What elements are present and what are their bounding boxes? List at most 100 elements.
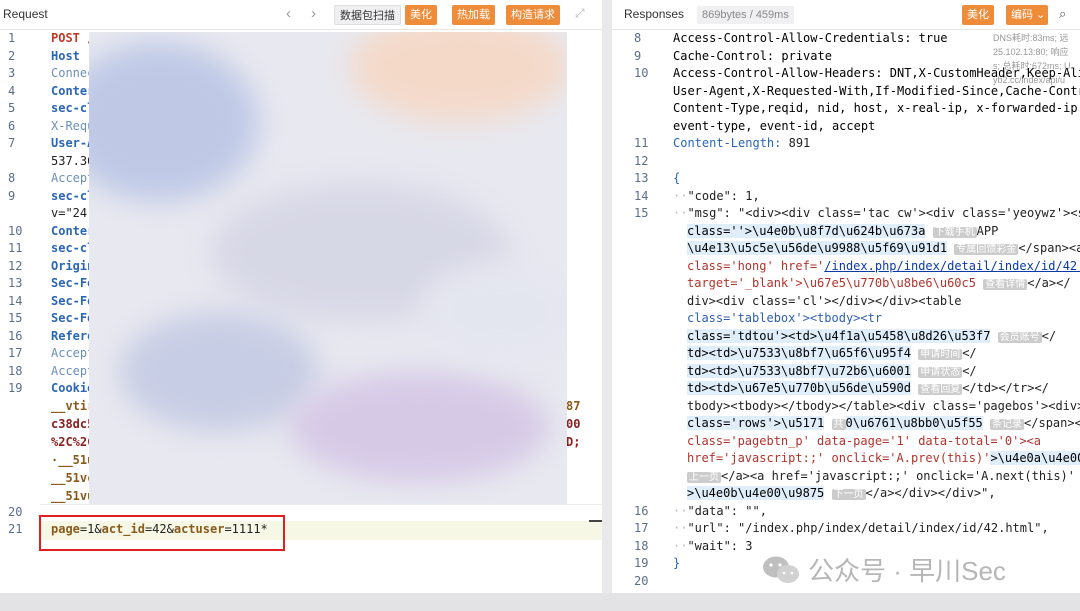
line-number: 9 <box>8 188 16 203</box>
hot-load-button[interactable]: 热加载 <box>452 5 495 25</box>
request-header: Request ‹ › 数据包扫描 美化 热加载 构造请求 ⤢ <box>0 0 602 30</box>
json-wait: ··"wait": 3 <box>673 538 753 553</box>
beautify-button[interactable]: 美化 <box>405 5 437 25</box>
msg-line-15: href='javascript:;' onclick='A.prev(this… <box>687 450 1080 468</box>
back-arrow-icon[interactable]: ‹ <box>286 5 291 23</box>
line-number: 10 <box>634 66 649 80</box>
header-allow-headers-cont-1: User-Agent,X-Requested-With,If-Modified-… <box>673 83 1080 98</box>
line-number: 11 <box>634 136 649 150</box>
search-icon[interactable]: ⌕ <box>1059 6 1066 22</box>
header-sec-fetch-site: Sec-Fe <box>51 276 95 290</box>
header-sec-fetch-dest: Sec-Fe <box>51 311 95 325</box>
line-number: 13 <box>8 276 23 290</box>
msg-line-9: td><td>\u7533\u8bf7\u65f6\u95f4 申请时间 </ <box>687 346 977 360</box>
forward-arrow-icon[interactable]: › <box>311 5 316 23</box>
line-number: 12 <box>8 258 23 273</box>
header-cache-control: Cache-Control: private <box>673 48 832 63</box>
header-credentials: Access-Control-Allow-Credentials: true <box>673 31 948 45</box>
line-number: 16 <box>8 328 23 343</box>
json-code: ··"code": 1, <box>673 188 760 203</box>
encoding-dropdown[interactable]: 编码 ⌄ <box>1006 5 1049 25</box>
header-allow-headers-cont-2: Content-Type,reqid, nid, host, x-real-ip… <box>673 101 1080 115</box>
line-number: 3 <box>8 66 16 80</box>
json-open-brace: { <box>673 171 681 185</box>
response-panel: Responses 869bytes / 459ms 美化 编码 ⌄ ⌕ DNS… <box>612 0 1080 593</box>
header-accept-language: Accept <box>51 363 95 378</box>
header-accept-encoding: Accept <box>51 346 95 360</box>
method-text: POST / <box>51 31 95 45</box>
watermark: 公众号 · 早川Sec <box>762 551 1006 588</box>
line-number: 18 <box>8 363 23 378</box>
msg-line-16: 上一页 </a><a href='javascript:;' onclick='A… <box>687 468 1076 483</box>
cookie-part-4: ·__51u <box>51 453 95 467</box>
request-title: Request <box>3 7 48 21</box>
line-number <box>8 470 30 488</box>
line-number: 7 <box>8 136 16 150</box>
header-referer: Refere <box>51 328 95 343</box>
msg-line-14: class='pagebtn_p' data-page='1' data-tot… <box>687 433 1042 448</box>
line-number: 18 <box>634 538 649 553</box>
line-number: 11 <box>8 241 23 255</box>
msg-line-3: \u4e13\u5c5e\u56de\u9988\u5f69\u91d1 专属回… <box>687 241 1080 255</box>
header-content-length: Content-Length: 891 <box>673 136 811 150</box>
request-panel: Request ‹ › 数据包扫描 美化 热加载 构造请求 ⤢ 12345678… <box>0 0 602 593</box>
line-number: 19 <box>634 556 649 570</box>
cookie-part-3-end: D; <box>566 435 581 449</box>
header-x-requested: X-Requ <box>51 118 95 133</box>
json-data: ··"data": "", <box>673 503 767 518</box>
header-sec-ch: sec-cl <box>51 101 95 115</box>
msg-line-2: class=''>\u4e0b\u8f7d\u624b\u673a 下载手机 AP… <box>687 223 999 238</box>
line-number: 8 <box>8 171 16 185</box>
response-title: Responses <box>624 7 685 21</box>
header-host: Host <box>51 48 80 63</box>
line-number: 17 <box>8 346 23 360</box>
cookie-part-2: c38dc5 <box>51 417 95 431</box>
line-number <box>8 452 30 470</box>
line-number: 15 <box>634 206 649 220</box>
header-connection: Connec <box>51 66 95 80</box>
detail-link[interactable]: /index.php/index/detail/index/id/42.h <box>824 259 1080 273</box>
response-header: Responses 869bytes / 459ms 美化 编码 ⌄ ⌕ <box>612 0 1080 30</box>
line-number <box>8 398 30 416</box>
line-number: 15 <box>8 311 23 325</box>
line-number: 6 <box>8 118 16 133</box>
json-url: ··"url": "/index.php/index/detail/index/… <box>673 521 1049 535</box>
header-content-length: Conter <box>51 83 95 98</box>
line-number: 17 <box>634 521 649 535</box>
expand-icon[interactable]: ⤢ <box>575 6 585 21</box>
line-number: 20 <box>634 573 649 588</box>
header-sec-fetch-mode: Sec-Fe <box>51 293 95 308</box>
header-sec-ch-ua: sec-cl <box>51 188 95 203</box>
header-cookie: Cookie <box>51 381 95 395</box>
msg-line-8: class='tdtou'><td>\u4f1a\u5458\u8d26\u53… <box>687 328 1057 343</box>
response-beautify-button[interactable]: 美化 <box>962 5 994 25</box>
sec-ch-cont: v="24" <box>51 206 95 220</box>
wechat-icon <box>763 556 799 583</box>
msg-line-5: target='_blank'>\u67e5\u770b\u8be6\u60c5… <box>687 276 1071 290</box>
line-number <box>8 153 30 171</box>
msg-line-17: >\u4e0b\u4e00\u9875 下一页 </a></div></div>"… <box>687 486 996 500</box>
bottom-strip <box>0 593 1080 611</box>
line-number <box>8 434 30 452</box>
highlight-box <box>39 515 285 551</box>
cookie-part-3: %2C%2C <box>51 435 95 449</box>
build-request-button[interactable]: 构造请求 <box>506 5 560 25</box>
chevron-down-icon: ⌄ <box>1036 9 1046 21</box>
header-user-agent: User-A <box>51 136 95 150</box>
json-close-brace: } <box>673 556 681 570</box>
header-sec-ch-mobile: sec-cl <box>51 241 95 255</box>
cookie-part-6: __51vu <box>51 489 95 503</box>
scan-packet-button[interactable]: 数据包扫描 <box>334 5 401 25</box>
response-size-badge: 869bytes / 459ms <box>697 6 794 24</box>
line-number: 14 <box>8 293 23 308</box>
line-number: 19 <box>8 381 23 395</box>
cookie-part-1-end: 87 <box>566 399 581 413</box>
json-msg: ··"msg": "<div><div class='tac cw'><div … <box>673 206 1080 220</box>
line-number: 2 <box>8 48 16 63</box>
line-number: 16 <box>634 503 649 518</box>
msg-line-11: td><td>\u67e5\u770b\u56de\u590d 查看回复 </td… <box>687 381 1049 395</box>
redaction-blur <box>89 32 567 504</box>
header-origin: Origin <box>51 258 95 273</box>
msg-line-7: class='tablebox'><tbody><tr <box>687 311 883 325</box>
line-number <box>8 416 30 434</box>
